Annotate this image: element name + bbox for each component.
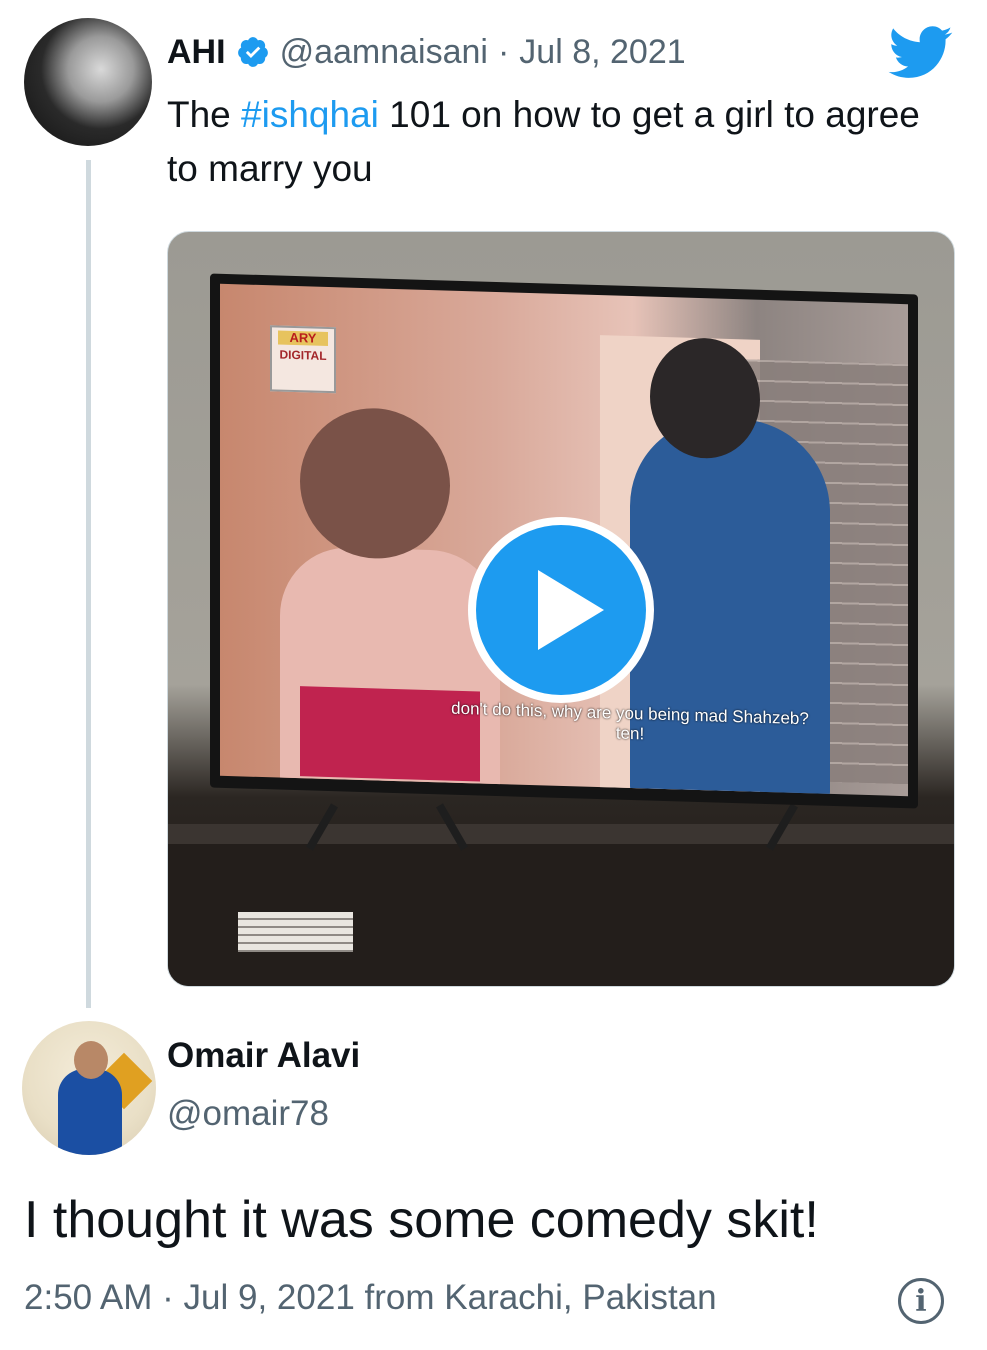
tweet-date[interactable]: Jul 8, 2021 [519,33,685,72]
tweet-date[interactable]: Jul 9, 2021 [184,1278,355,1317]
play-button-circle [476,525,646,695]
verified-badge-icon [237,37,268,67]
twitter-bird-icon [888,26,953,78]
avatar-omair78[interactable] [22,1021,156,1155]
handle[interactable]: @omair78 [167,1094,329,1134]
avatar-figure-head [74,1041,108,1079]
tweet-text-start: The [167,94,242,135]
display-name[interactable]: AHI [167,33,226,72]
tweet-location: from Karachi, Pakistan [364,1278,717,1317]
tv-stand [306,803,838,872]
tweet-time[interactable]: 2:50 AM [24,1278,152,1317]
reply-text: I thought it was some comedy skit! [24,1191,819,1249]
tweet-metadata: 2:50 AM · Jul 9, 2021 from Karachi, Paki… [24,1278,717,1318]
scene-woman-hair [300,406,450,561]
display-name[interactable]: Omair Alavi [167,1036,360,1076]
separator-dot: · [162,1278,174,1317]
separator-dot: · [497,32,510,71]
avatar-figure-body [58,1069,122,1155]
channel-logo: ARY DIGITAL [270,325,336,394]
tweet-header: AHI @aamnaisani · Jul 8, 2021 [167,30,686,74]
hashtag-link[interactable]: #ishqhai [241,94,379,135]
tweet-text: The #ishqhai 101 on how to get a girl to… [167,88,927,196]
play-icon [538,570,604,650]
book-stack [238,912,353,952]
channel-logo-top: ARY [278,330,328,346]
avatar-aamnaisani[interactable] [24,18,152,146]
play-button[interactable] [468,517,654,703]
video-media[interactable]: ARY DIGITAL don't do this, why are you b… [167,231,955,987]
info-icon[interactable]: i [898,1278,944,1324]
thread-connector-line [86,160,91,1008]
handle[interactable]: @aamnaisani [280,33,488,72]
channel-logo-bottom: DIGITAL [279,347,327,363]
